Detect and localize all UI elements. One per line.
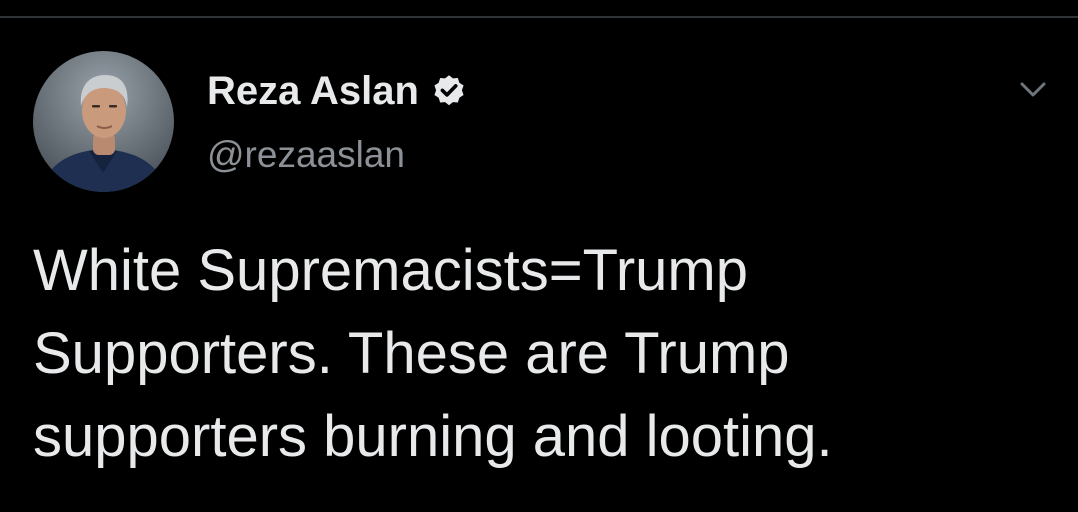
tweet-text: White Supremacists=Trump Supporters. The… <box>33 238 833 469</box>
avatar-photo <box>41 75 166 192</box>
author-name-row: Reza Aslan <box>207 62 467 120</box>
author-handle[interactable]: @rezaaslan <box>207 134 467 176</box>
avatar[interactable] <box>33 51 174 192</box>
author-display-name[interactable]: Reza Aslan <box>207 69 419 114</box>
more-options-chevron-down-icon[interactable] <box>1017 78 1049 102</box>
tweet-author[interactable]: Reza Aslan @rezaaslan <box>207 62 467 176</box>
top-divider <box>0 16 1078 18</box>
verified-badge-icon <box>431 73 467 109</box>
